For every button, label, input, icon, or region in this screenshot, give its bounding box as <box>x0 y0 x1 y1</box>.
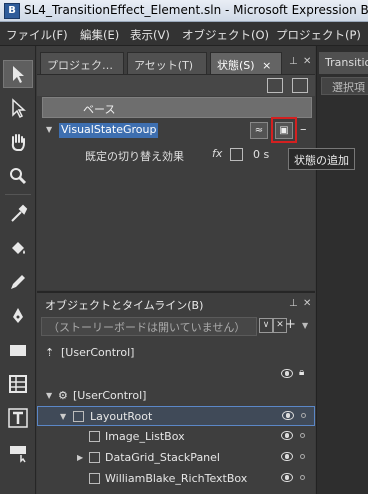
menu-bar: ファイル(F) 編集(E) 表示(V) オブジェクト(O) プロジェクト(P) <box>0 22 368 46</box>
selection-dropdown[interactable]: 選択項 <box>321 77 368 95</box>
add-state-group-icon[interactable] <box>267 78 283 93</box>
direct-selection-tool-icon[interactable] <box>3 94 33 122</box>
textblock-tool-icon[interactable] <box>3 404 33 432</box>
default-transition-label: 既定の切り替え効果 <box>85 150 184 163</box>
usercontrol-icon: ⚙ <box>58 389 68 402</box>
tree-label: DataGrid_StackPanel <box>105 451 220 464</box>
right-panel: Transitio 選択項 <box>316 46 368 494</box>
base-state[interactable]: ベース <box>42 97 312 118</box>
tab-projects[interactable]: プロジェク… <box>40 52 124 74</box>
lock-dot-icon[interactable] <box>300 475 305 480</box>
tree-row-layoutroot[interactable]: ▼ LayoutRoot <box>37 406 315 426</box>
add-state-tooltip: 状態の追加 <box>288 148 355 170</box>
tab-states[interactable]: 状態(S) × <box>210 52 282 74</box>
listbox-icon <box>89 431 100 442</box>
chevron-down-icon[interactable]: ▼ <box>302 321 308 330</box>
scope-up-icon[interactable]: ⇡ <box>45 346 54 359</box>
default-transition-row: 既定の切り替え効果 fx 0 s <box>37 147 315 165</box>
pin-icon[interactable]: ⊥ <box>289 298 298 309</box>
add-transition-icon[interactable] <box>292 78 308 93</box>
toolbox <box>0 46 36 494</box>
rectangle-tool-icon[interactable] <box>3 336 33 364</box>
tab-close-icon[interactable]: × <box>262 59 271 72</box>
window-title: SL4_TransitionEffect_Element.sln - Micro… <box>24 3 368 17</box>
storyboard-select[interactable]: （ストーリーボードは開いていません） <box>41 317 257 336</box>
objects-timeline-panel: オブジェクトとタイムライン(B) ⊥ ✕ （ストーリーボードは開いていません） … <box>37 291 315 494</box>
toolbox-separator <box>5 194 31 195</box>
expand-arrow-icon[interactable]: ▼ <box>46 125 52 134</box>
pan-hand-icon[interactable] <box>3 128 33 156</box>
pin-icon[interactable]: ⊥ <box>289 56 298 67</box>
menu-project[interactable]: プロジェクト(P) <box>276 27 361 43</box>
lock-dot-icon[interactable] <box>300 454 305 459</box>
storyboard-dropdown-icon[interactable]: ∨ <box>259 318 273 333</box>
state-group-row[interactable]: ▼ VisualStateGroup ≈ ▣ – <box>37 117 315 143</box>
grid-icon <box>73 411 84 422</box>
eye-icon[interactable] <box>281 452 293 461</box>
tree-row-usercontrol[interactable]: ▼ ⚙ [UserControl] <box>37 386 315 406</box>
tree-row-image-listbox[interactable]: Image_ListBox <box>37 427 315 447</box>
menu-edit[interactable]: 編集(E) <box>80 27 119 43</box>
grid-layout-icon[interactable] <box>3 370 33 398</box>
tree-label: Image_ListBox <box>105 430 185 443</box>
easing-function-icon[interactable]: fx <box>212 147 222 160</box>
tree-row-scope[interactable]: ⇡ [UserControl] <box>37 343 315 363</box>
close-icon[interactable]: ✕ <box>303 298 311 309</box>
add-storyboard-icon[interactable]: + <box>285 317 296 332</box>
tree-row-datagrid-stackpanel[interactable]: ▶ DataGrid_StackPanel <box>37 448 315 468</box>
tree-row-richtextbox[interactable]: WilliamBlake_RichTextBox <box>37 469 315 489</box>
states-toolbar <box>37 74 315 96</box>
transition-duration[interactable]: 0 s <box>253 148 269 161</box>
remove-group-icon[interactable]: – <box>300 122 307 137</box>
lock-icon[interactable]: 🔒︎ <box>299 367 304 378</box>
close-icon[interactable]: ✕ <box>303 56 311 67</box>
tree-label: [UserControl] <box>61 346 135 359</box>
selection-tool-icon[interactable] <box>3 60 33 88</box>
transition-effect-icon[interactable]: ≈ <box>250 122 268 139</box>
eye-icon[interactable] <box>282 411 294 420</box>
expand-arrow-icon[interactable]: ▼ <box>46 391 52 400</box>
eye-icon[interactable] <box>281 431 293 440</box>
pen-icon[interactable] <box>3 302 33 330</box>
paint-bucket-icon[interactable] <box>3 234 33 262</box>
easing-box-icon[interactable] <box>230 148 243 161</box>
tab-assets[interactable]: アセット(T) <box>127 52 207 74</box>
tree-label: LayoutRoot <box>90 410 153 423</box>
menu-view[interactable]: 表示(V) <box>130 27 170 43</box>
lock-dot-icon[interactable] <box>300 433 305 438</box>
tab-transition[interactable]: Transitio <box>319 52 368 74</box>
states-panel: プロジェク… アセット(T) 状態(S) × ⊥ ✕ ベース ▼ VisualS… <box>37 46 315 290</box>
expand-arrow-icon[interactable]: ▼ <box>60 412 66 421</box>
zoom-icon[interactable] <box>3 162 33 190</box>
tab-states-label: 状態(S) <box>217 59 255 72</box>
eyedropper-icon[interactable] <box>3 200 33 228</box>
expand-arrow-icon[interactable]: ▶ <box>77 453 83 462</box>
objects-panel-title: オブジェクトとタイムライン(B) <box>45 299 204 312</box>
panel-tabs: プロジェク… アセット(T) 状態(S) × ⊥ ✕ <box>37 52 315 74</box>
controls-tool-icon[interactable] <box>3 438 33 466</box>
pencil-icon[interactable] <box>3 268 33 296</box>
tree-label: WilliamBlake_RichTextBox <box>105 472 248 485</box>
tree-label: [UserControl] <box>73 389 147 402</box>
richtextbox-icon <box>89 473 100 484</box>
menu-file[interactable]: ファイル(F) <box>6 27 68 43</box>
app-icon: B <box>4 3 20 19</box>
highlight-box <box>271 117 297 143</box>
eye-icon[interactable] <box>281 473 293 482</box>
stackpanel-icon <box>89 452 100 463</box>
lock-dot-icon[interactable] <box>301 413 306 418</box>
tree-row-visibility: 🔒︎ <box>37 365 315 385</box>
title-bar: B SL4_TransitionEffect_Element.sln - Mic… <box>0 0 368 22</box>
eye-icon[interactable] <box>281 369 293 378</box>
menu-object[interactable]: オブジェクト(O) <box>182 27 269 43</box>
state-group-name[interactable]: VisualStateGroup <box>59 123 159 138</box>
